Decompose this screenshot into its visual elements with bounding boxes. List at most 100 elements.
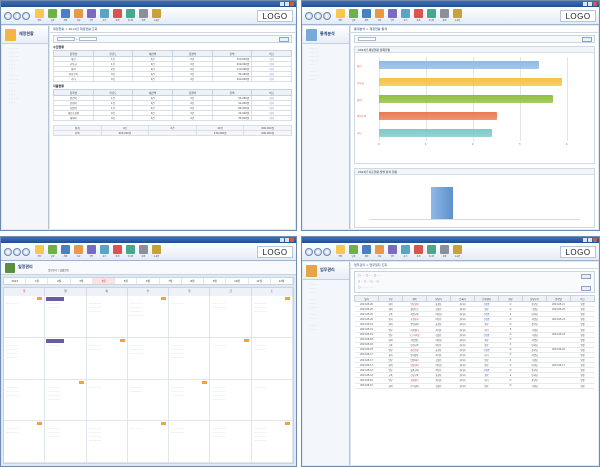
search-button[interactable] (279, 37, 289, 42)
maximize-icon[interactable] (588, 2, 592, 6)
back-icon[interactable] (305, 12, 313, 20)
event-line[interactable]: — — — — — (171, 303, 207, 306)
close-icon[interactable] (593, 238, 597, 242)
sidebar-item[interactable]: · · · · (306, 63, 347, 67)
event-line[interactable]: — — — — — (254, 436, 290, 439)
event-tag[interactable] (284, 422, 290, 426)
event-line[interactable]: — — — — — (47, 436, 83, 439)
toolbar-doc-button[interactable]: 문서 (99, 9, 110, 23)
forward-icon[interactable] (13, 248, 21, 256)
day-cell[interactable]: — — — — — (127, 421, 170, 463)
day-cell[interactable]: — — — — — — — — — — — — — — — (4, 379, 46, 422)
month-tab[interactable]: 9월 (204, 278, 227, 284)
event-tag[interactable] (37, 297, 43, 300)
minimize-icon[interactable] (280, 2, 284, 6)
event-line[interactable]: — — — — — (89, 436, 125, 439)
toolbar-board-button[interactable]: 게시판 (125, 9, 136, 23)
sidebar-item[interactable]: · · · · · (5, 67, 46, 71)
toolbar-schedule-button[interactable]: 일정 (348, 9, 359, 23)
event-line[interactable]: — — — — — (47, 432, 83, 435)
minimize-icon[interactable] (280, 238, 284, 242)
event-line[interactable]: — — — — — (171, 428, 207, 431)
maximize-icon[interactable] (588, 238, 592, 242)
event-line[interactable]: — — — — — (6, 428, 42, 431)
toolbar-work-button[interactable]: 업무 (387, 245, 398, 259)
event-line[interactable]: — — — — — (6, 432, 42, 435)
sidebar-item[interactable]: · · · · (5, 101, 46, 105)
toolbar-work-button[interactable]: 업무 (86, 9, 97, 23)
event-line[interactable]: — — — — — (254, 345, 290, 348)
month-tab[interactable]: 4월 (92, 278, 116, 284)
day-cell[interactable]: — — — — — — — — — — (86, 337, 128, 380)
event-line[interactable]: — — — — — (6, 395, 42, 398)
day-cell[interactable]: — — — — — — — — — — — — — — — — — — — — (127, 296, 170, 338)
toolbar-settings-button[interactable]: 환경 (439, 9, 450, 23)
event-line[interactable]: — — — — — (130, 349, 166, 352)
event-line[interactable]: — — — — — (47, 428, 83, 431)
toolbar-finance-button[interactable]: 재정 (60, 245, 71, 259)
day-cell[interactable]: — — — — — — — — — — — — — — — (86, 296, 128, 338)
sidebar-item[interactable]: · · · · (306, 291, 347, 295)
close-icon[interactable] (290, 2, 294, 6)
event-line[interactable]: — — — — — (6, 387, 42, 390)
month-tab[interactable]: 11월 (249, 278, 271, 284)
toolbar-finance-button[interactable]: 재정 (361, 9, 372, 23)
toolbar-stats-button[interactable]: 통계 (112, 9, 123, 23)
toolbar-schedule-button[interactable]: 일정 (348, 245, 359, 259)
table-cell[interactable]: 내역 (251, 76, 292, 82)
back-icon[interactable] (305, 248, 313, 256)
event-line[interactable]: — — — — — (89, 387, 125, 390)
table-cell[interactable]: 내역 (251, 115, 292, 121)
toolbar-help-button[interactable]: 도움말 (452, 245, 463, 259)
event-tag[interactable] (243, 338, 249, 342)
day-cell[interactable]: — — — — — (4, 296, 46, 338)
event-line[interactable]: — — — — — (254, 311, 290, 314)
event-line[interactable]: — — — — — (47, 303, 83, 306)
home-icon[interactable] (323, 12, 331, 20)
day-cell[interactable]: — — — — — — — — — — — — — — — — — — — — (45, 379, 87, 422)
event-highlight[interactable] (46, 297, 65, 301)
home-icon[interactable] (22, 12, 30, 20)
event-line[interactable]: — — — — — (171, 357, 207, 360)
toolbar-main-button[interactable]: 메인 (34, 9, 45, 23)
event-line[interactable]: — — — — — (89, 440, 125, 443)
toolbar-finance-button[interactable]: 재정 (60, 9, 71, 23)
day-cell[interactable]: — — — — — — — — — — — — — — — (210, 421, 252, 463)
table-row[interactable]: 2013-05-15 회의 분기회의 김철수 관리자 완료 O 기획팀 일정 (354, 383, 595, 389)
home-icon[interactable] (323, 248, 331, 256)
toolbar-main-button[interactable]: 메인 (335, 9, 346, 23)
day-cell[interactable]: — — — — — — — — — — — — — — — — — — — — (86, 421, 128, 463)
sidebar-item[interactable]: · · · · (306, 328, 347, 332)
back-icon[interactable] (4, 12, 12, 20)
toolbar-stats-button[interactable]: 통계 (112, 245, 123, 259)
toolbar-main-button[interactable]: 메인 (34, 245, 45, 259)
toolbar-help-button[interactable]: 도움말 (151, 9, 162, 23)
search-button[interactable] (581, 274, 591, 279)
event-line[interactable]: — — — — — (254, 303, 290, 306)
event-line[interactable]: — — — — — (171, 349, 207, 352)
day-cell[interactable]: — — — — — — — — — — (127, 379, 170, 422)
day-cell[interactable]: — — — — — — — — — — — — — — — (127, 337, 170, 380)
maximize-icon[interactable] (285, 238, 289, 242)
event-line[interactable]: — — — — — (212, 387, 248, 390)
event-line[interactable]: — — — — — (130, 307, 166, 310)
event-line[interactable]: — — — — — (212, 303, 248, 306)
forward-icon[interactable] (314, 12, 322, 20)
date-input[interactable] (57, 37, 75, 41)
toolbar-settings-button[interactable]: 환경 (138, 245, 149, 259)
event-line[interactable]: — — — — — (171, 391, 207, 394)
event-line[interactable]: — — — — — (47, 345, 83, 348)
toolbar-help-button[interactable]: 도움말 (151, 245, 162, 259)
toolbar-help-button[interactable]: 도움말 (452, 9, 463, 23)
toolbar-board-button[interactable]: 게시판 (426, 9, 437, 23)
event-tag[interactable] (119, 338, 125, 342)
event-line[interactable]: — — — — — (171, 345, 207, 348)
sidebar-item[interactable]: · · · · (306, 317, 347, 321)
sidebar-item[interactable]: · · · · · (306, 306, 347, 310)
event-line[interactable]: — — — — — (212, 395, 248, 398)
toolbar-work-button[interactable]: 업무 (387, 9, 398, 23)
event-highlight[interactable] (46, 338, 65, 343)
event-line[interactable]: — — — — — (89, 428, 125, 431)
month-tab[interactable]: 2월 (48, 278, 71, 284)
toolbar-work-button[interactable]: 업무 (86, 245, 97, 259)
